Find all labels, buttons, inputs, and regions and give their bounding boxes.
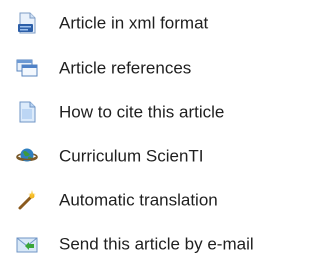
- link-label: Automatic translation: [59, 190, 218, 210]
- link-label: Curriculum ScienTI: [59, 146, 204, 166]
- link-article-references[interactable]: Article references: [0, 52, 310, 84]
- article-links-menu: Article in xml format Article references…: [0, 0, 322, 280]
- link-automatic-translation[interactable]: Automatic translation: [0, 184, 310, 216]
- link-label: How to cite this article: [59, 102, 225, 122]
- link-label: Article references: [59, 58, 192, 78]
- xml-document-icon: [16, 12, 38, 34]
- link-send-by-email[interactable]: Send this article by e-mail: [0, 228, 310, 260]
- references-window-icon: [16, 57, 38, 79]
- link-curriculum-scienti[interactable]: Curriculum ScienTI: [0, 140, 310, 172]
- globe-icon: [16, 145, 38, 167]
- link-how-to-cite[interactable]: How to cite this article: [0, 96, 310, 128]
- email-envelope-icon: [16, 233, 38, 255]
- link-article-xml[interactable]: Article in xml format: [0, 7, 310, 39]
- link-label: Article in xml format: [59, 13, 209, 33]
- cite-document-icon: [16, 101, 38, 123]
- magic-wand-icon: [16, 189, 38, 211]
- link-label: Send this article by e-mail: [59, 234, 254, 254]
